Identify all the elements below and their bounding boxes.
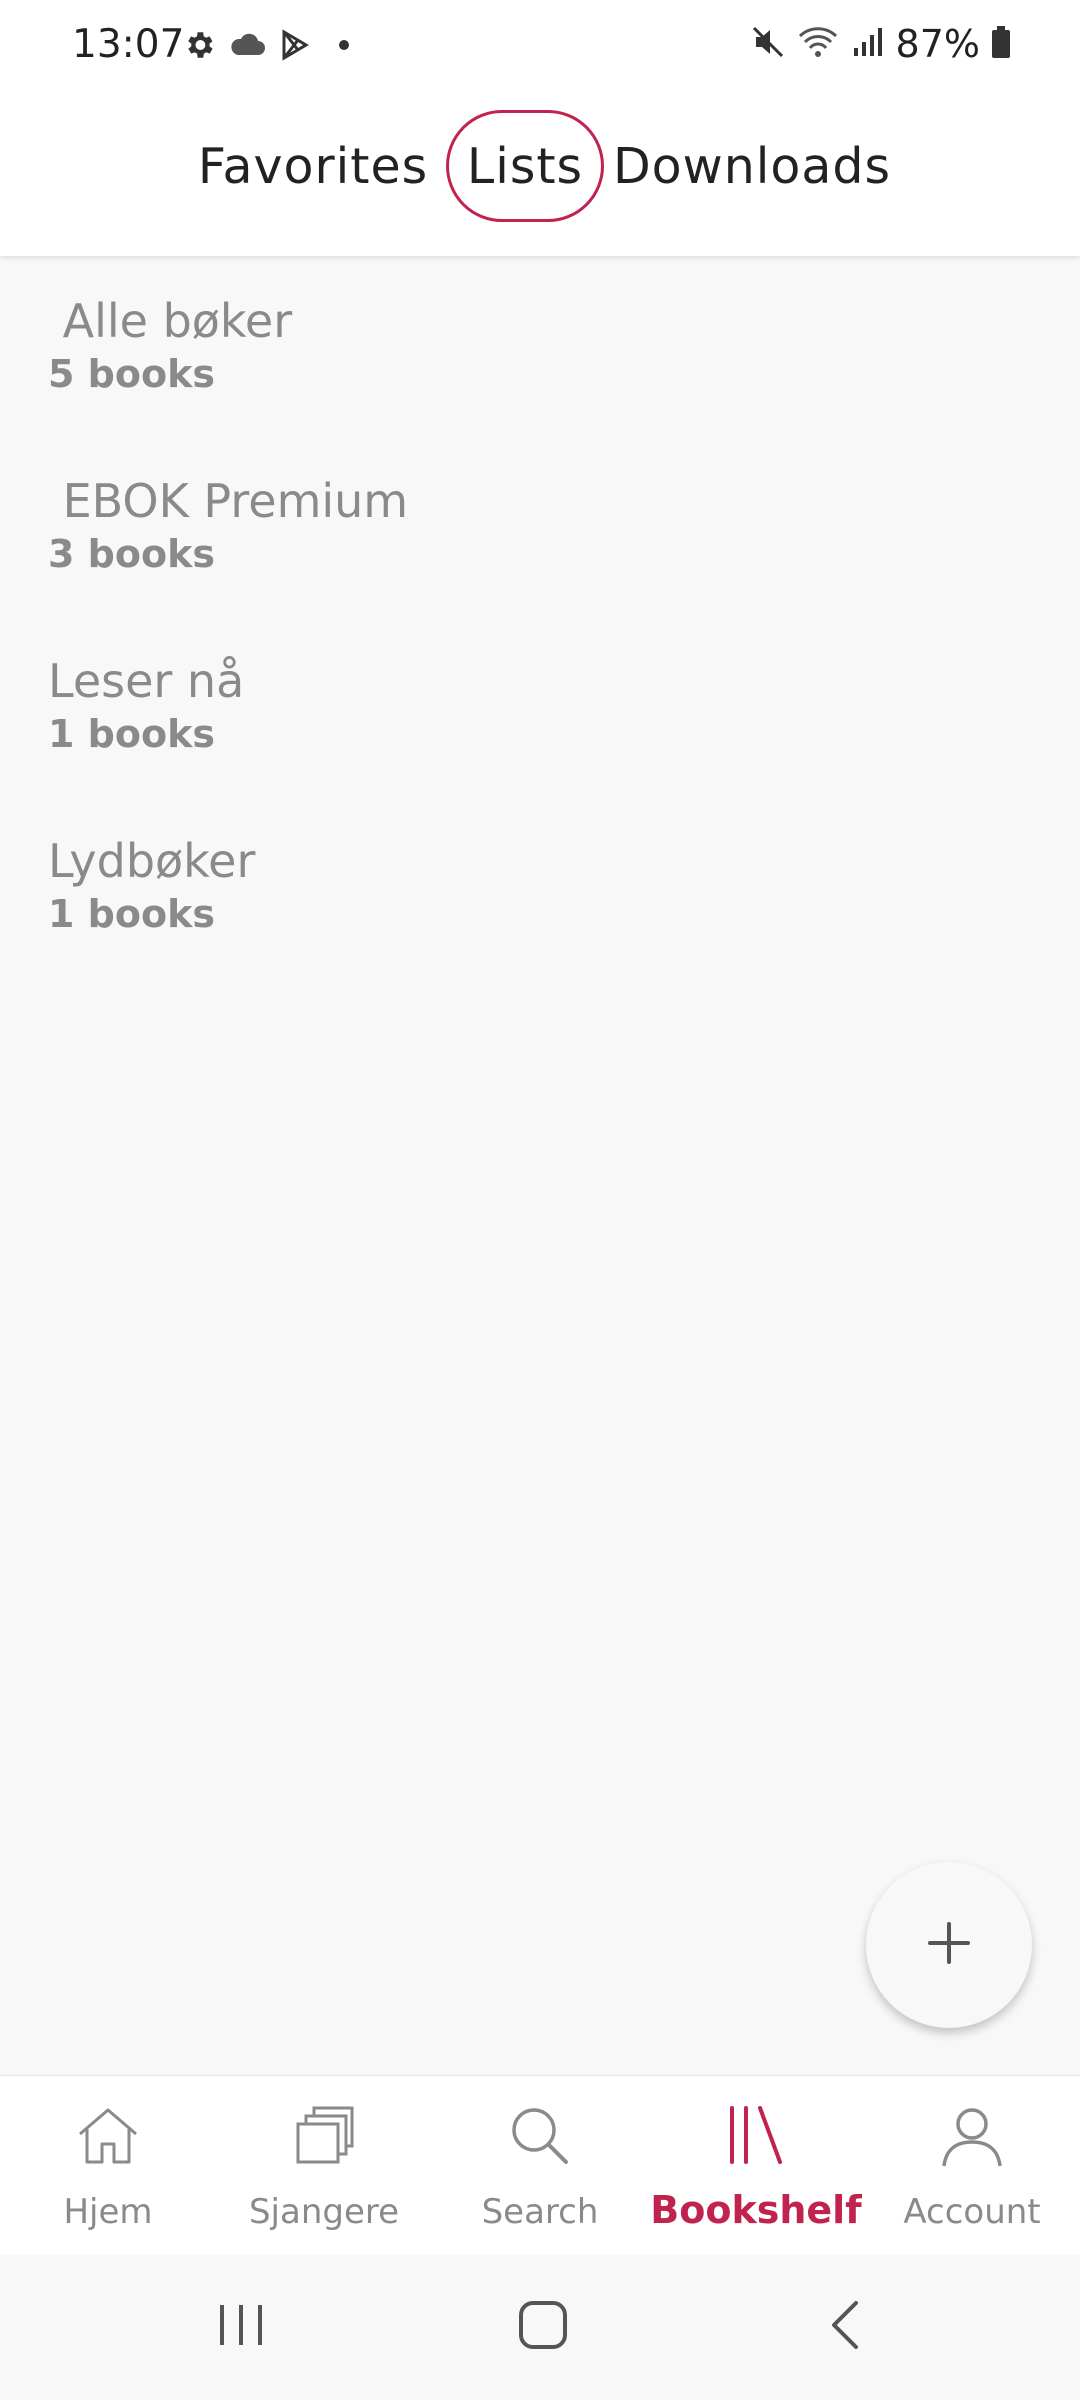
nav-item-sjangere[interactable]: Sjangere (216, 2076, 432, 2256)
recent-apps-icon[interactable] (216, 2295, 266, 2359)
list-count: 1 books (48, 712, 215, 756)
list-count: 5 books (48, 352, 215, 396)
system-nav-bar (0, 2255, 1080, 2400)
nav-label: Account (903, 2192, 1041, 2232)
status-time: 13:07 (72, 22, 185, 67)
list-name: EBOK Premium (48, 474, 409, 528)
nav-item-bookshelf[interactable]: Bookshelf (648, 2076, 864, 2256)
tab-lists[interactable]: Lists (446, 110, 604, 222)
dot-icon (324, 30, 354, 64)
list-count: 1 books (48, 892, 215, 936)
play-store-icon (278, 28, 312, 66)
nav-label: Search (481, 2192, 599, 2232)
list-name: Leser nå (48, 654, 245, 708)
gear-icon (182, 28, 216, 66)
battery-icon (990, 24, 1012, 64)
status-bar: 13:07 87% (0, 0, 1080, 96)
tab-downloads[interactable]: Downloads (613, 110, 890, 222)
mute-icon (750, 24, 786, 64)
list-item[interactable]: EBOK Premium 3 books (48, 474, 948, 624)
wifi-icon (796, 24, 840, 64)
list-name: Lydbøker (48, 834, 256, 888)
back-icon[interactable] (820, 2295, 870, 2359)
list-item[interactable]: Leser nå 1 books (48, 654, 948, 804)
top-tab-bar: Favorites Lists Downloads (0, 96, 1080, 256)
status-right: 87% (750, 22, 1012, 66)
account-icon (938, 2102, 1006, 2174)
add-list-button[interactable] (866, 1862, 1032, 2028)
nav-item-account[interactable]: Account (864, 2076, 1080, 2256)
nav-label: Sjangere (248, 2192, 400, 2232)
list-item[interactable]: Alle bøker 5 books (48, 294, 948, 444)
signal-icon (850, 24, 886, 64)
home-icon (74, 2102, 142, 2174)
search-icon (506, 2102, 574, 2174)
list-name: Alle bøker (48, 294, 293, 348)
nav-label: Bookshelf (650, 2188, 862, 2232)
battery-percent: 87% (895, 22, 980, 66)
home-button-icon[interactable] (513, 2295, 573, 2359)
tab-favorites[interactable]: Favorites (198, 110, 427, 222)
status-left-icons (182, 28, 354, 66)
bookshelf-icon (722, 2102, 790, 2174)
cloud-icon (228, 31, 266, 63)
plus-icon (924, 1918, 974, 1972)
nav-item-hjem[interactable]: Hjem (0, 2076, 216, 2256)
nav-label: Hjem (63, 2192, 153, 2232)
list-item[interactable]: Lydbøker 1 books (48, 834, 948, 984)
genres-icon (290, 2102, 358, 2174)
list-count: 3 books (48, 532, 215, 576)
nav-item-search[interactable]: Search (432, 2076, 648, 2256)
bottom-nav: Hjem Sjangere Search Bookshelf Account (0, 2075, 1080, 2255)
